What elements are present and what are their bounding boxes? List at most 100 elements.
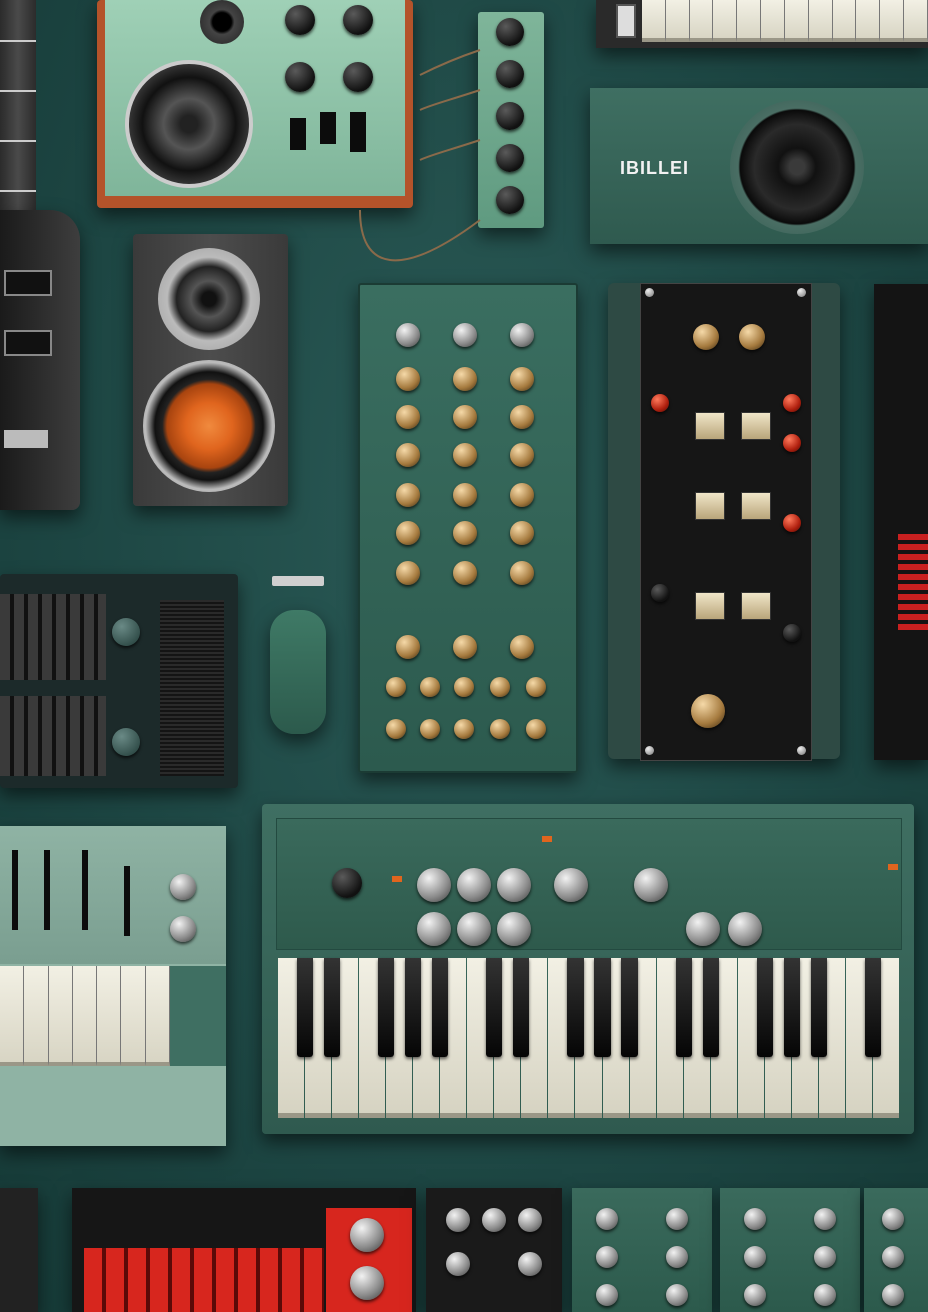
synth-module-knob bbox=[396, 405, 420, 429]
synth-knob bbox=[497, 868, 531, 902]
amp-jack bbox=[200, 0, 244, 44]
guitar-neck bbox=[0, 0, 36, 240]
black-key bbox=[783, 958, 800, 1058]
mixer-knob bbox=[651, 584, 669, 602]
mini-keyboard-top bbox=[596, 0, 928, 48]
red-sequencer bbox=[72, 1188, 416, 1312]
amp-speaker bbox=[125, 60, 253, 188]
synth-knob bbox=[417, 912, 451, 946]
module-knob bbox=[882, 1284, 904, 1306]
crossfader-knob bbox=[691, 694, 725, 728]
synth-knob bbox=[170, 874, 196, 900]
main-keyboard bbox=[278, 958, 900, 1118]
amp-knob bbox=[285, 5, 315, 35]
synth-module-knob bbox=[386, 677, 406, 697]
synth-module-knob bbox=[396, 443, 420, 467]
module-knob bbox=[882, 1246, 904, 1268]
studio-monitor-green: IBILLEI bbox=[590, 88, 928, 244]
left-synth-keyboard bbox=[0, 966, 170, 1066]
synth-module-knob bbox=[490, 719, 510, 739]
black-key bbox=[621, 958, 638, 1058]
tweeter bbox=[158, 248, 260, 350]
synth-module-knob bbox=[526, 719, 546, 739]
channel-fader bbox=[695, 592, 725, 620]
pedal-knob bbox=[496, 144, 524, 172]
synth-knob bbox=[686, 912, 720, 946]
synth-knob-grid bbox=[358, 283, 574, 769]
synth-module-knob bbox=[453, 323, 477, 347]
black-key bbox=[486, 958, 503, 1058]
module-knob bbox=[814, 1246, 836, 1268]
pedal-knob bbox=[496, 18, 524, 46]
sequencer-knob bbox=[350, 1266, 384, 1300]
mixer-gain-knob bbox=[739, 324, 765, 350]
synth-knob bbox=[170, 916, 196, 942]
guitar-pickup bbox=[4, 330, 52, 356]
amp-knob bbox=[285, 62, 315, 92]
synth-module-knob bbox=[490, 677, 510, 697]
mixer-knob bbox=[783, 514, 801, 532]
green-module bbox=[572, 1188, 712, 1312]
module-knob bbox=[596, 1208, 618, 1230]
synth-module-knob bbox=[526, 677, 546, 697]
synth-module-knob bbox=[396, 635, 420, 659]
module-knob bbox=[744, 1208, 766, 1230]
black-key bbox=[864, 958, 882, 1058]
synth-module-knob bbox=[396, 323, 420, 347]
synth-module-knob bbox=[420, 719, 440, 739]
guitar-body bbox=[0, 210, 80, 510]
pedal-knob bbox=[496, 186, 524, 214]
usb-stick bbox=[272, 576, 324, 586]
mixer-gain-knob bbox=[693, 324, 719, 350]
synth-module-knob bbox=[510, 521, 534, 545]
synth-module-knob bbox=[396, 367, 420, 391]
left-synthesizer bbox=[0, 826, 226, 1146]
module-knob bbox=[666, 1246, 688, 1268]
black-key bbox=[675, 958, 692, 1058]
synth-module-knob bbox=[396, 561, 420, 585]
synth-knob bbox=[554, 868, 588, 902]
bookshelf-speaker bbox=[133, 234, 288, 506]
black-key bbox=[513, 958, 530, 1058]
green-module bbox=[864, 1188, 928, 1312]
large-green-synthesizer bbox=[262, 804, 914, 1134]
module-knob bbox=[666, 1284, 688, 1306]
module-knob bbox=[596, 1246, 618, 1268]
synth-knob bbox=[728, 912, 762, 946]
amp-switch bbox=[290, 118, 306, 150]
black-key bbox=[378, 958, 395, 1058]
module-knob bbox=[814, 1284, 836, 1306]
black-key bbox=[323, 958, 341, 1058]
status-led bbox=[392, 876, 402, 882]
synth-module-knob bbox=[510, 443, 534, 467]
status-led bbox=[542, 836, 552, 842]
computer-mouse bbox=[270, 610, 326, 734]
synth-module-knob bbox=[453, 405, 477, 429]
monitor-brand-label: IBILLEI bbox=[620, 158, 689, 178]
synth-module-knob bbox=[510, 483, 534, 507]
guitar-bridge bbox=[4, 430, 48, 448]
module-knob bbox=[744, 1246, 766, 1268]
module-knob bbox=[814, 1208, 836, 1230]
synth-module-knob bbox=[510, 323, 534, 347]
synth-module-knob bbox=[510, 635, 534, 659]
synth-module-knob bbox=[453, 561, 477, 585]
module-knob bbox=[596, 1284, 618, 1306]
right-edge-device bbox=[874, 284, 928, 760]
synth-module-knob bbox=[453, 635, 477, 659]
black-key bbox=[810, 958, 827, 1058]
synth-module-knob bbox=[396, 483, 420, 507]
synth-knob bbox=[457, 868, 491, 902]
electric-guitar bbox=[0, 0, 82, 515]
sequencer-knob bbox=[350, 1218, 384, 1252]
synth-module-knob bbox=[454, 677, 474, 697]
guitar-pickup bbox=[4, 270, 52, 296]
black-key bbox=[756, 958, 773, 1058]
synth-knob bbox=[634, 868, 668, 902]
green-module bbox=[720, 1188, 860, 1312]
synth-module-knob bbox=[453, 367, 477, 391]
synth-knob bbox=[332, 868, 362, 898]
monitor-woofer bbox=[730, 100, 864, 234]
module-knob bbox=[744, 1284, 766, 1306]
mixer-knob bbox=[783, 394, 801, 412]
